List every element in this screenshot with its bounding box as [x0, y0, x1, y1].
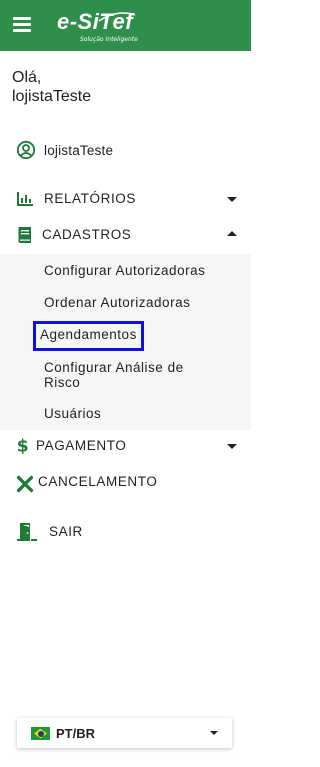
menu-item-pagamento-label: PAGAMENTO — [36, 438, 127, 453]
menu-item-sair[interactable]: SAIR — [0, 520, 251, 544]
chevron-up-icon — [227, 231, 237, 236]
menu-item-cancelamento[interactable]: CANCELAMENTO — [0, 470, 251, 494]
submenu-item-usuarios[interactable]: Usuários — [44, 406, 101, 421]
language-select[interactable]: PT/BR — [17, 718, 232, 748]
brand-tagline: Solução Inteligente — [80, 36, 138, 43]
language-selected-label: PT/BR — [56, 726, 95, 741]
close-icon — [16, 475, 34, 493]
brand-logo: e-SiTef Solução Inteligente — [57, 9, 138, 45]
greeting-line-1: Olá, — [12, 69, 42, 86]
menu-item-sair-label: SAIR — [49, 524, 83, 539]
menu-item-relatorios-label: RELATÓRIOS — [44, 191, 137, 206]
exit-door-icon — [17, 523, 37, 541]
user-profile-link[interactable]: lojistaTeste — [16, 140, 113, 160]
submenu-item-configurar-autorizadoras[interactable]: Configurar Autorizadoras — [44, 263, 205, 278]
menu-item-pagamento[interactable]: $ PAGAMENTO — [0, 434, 251, 458]
submenu-item-ordenar-autorizadoras[interactable]: Ordenar Autorizadoras — [44, 295, 190, 310]
greeting-username: lojistaTeste — [12, 88, 92, 105]
top-header: e-SiTef Solução Inteligente — [0, 0, 251, 51]
submenu-item-agendamentos[interactable]: Agendamentos — [33, 321, 144, 351]
brazil-flag-icon — [31, 727, 50, 740]
chevron-down-icon — [210, 731, 218, 735]
greeting: Olá, lojistaTeste — [12, 68, 91, 106]
menu-item-cadastros-label: CADASTROS — [42, 227, 132, 242]
chevron-down-icon — [227, 444, 237, 449]
bar-chart-icon — [17, 192, 33, 206]
submenu-item-configurar-analise-de-risco[interactable]: Configurar Análise de Risco — [44, 360, 224, 390]
menu-item-cadastros[interactable]: CADASTROS — [0, 223, 251, 247]
menu-item-cancelamento-label: CANCELAMENTO — [38, 474, 158, 489]
svg-text:$: $ — [17, 436, 29, 454]
user-circle-icon — [16, 140, 36, 160]
hamburger-icon[interactable] — [13, 17, 31, 33]
chevron-down-icon — [227, 197, 237, 202]
book-icon — [18, 227, 31, 243]
menu-item-relatorios[interactable]: RELATÓRIOS — [0, 187, 251, 211]
dollar-icon: $ — [17, 436, 29, 454]
logo-swoosh-icon — [98, 12, 136, 22]
user-name: lojistaTeste — [44, 142, 114, 158]
